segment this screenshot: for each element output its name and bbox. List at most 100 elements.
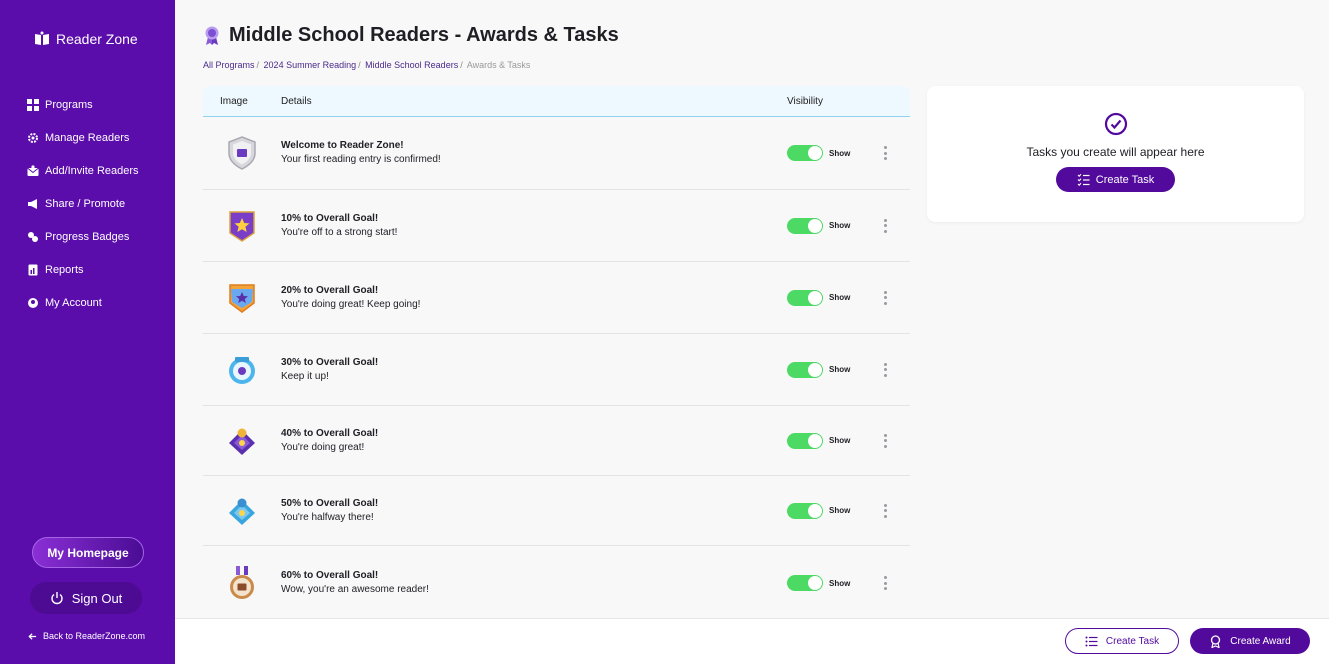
award-image bbox=[203, 281, 281, 315]
check-circle-icon bbox=[1104, 112, 1127, 136]
sign-out-button[interactable]: Sign Out bbox=[30, 582, 142, 614]
more-options-icon[interactable] bbox=[880, 433, 890, 448]
breadcrumb: All Programs/ 2024 Summer Reading / Middl… bbox=[203, 60, 530, 70]
list-icon bbox=[1085, 636, 1098, 646]
my-homepage-button[interactable]: My Homepage bbox=[32, 537, 144, 568]
tasks-empty-message: Tasks you create will appear here bbox=[1026, 145, 1205, 159]
visibility-toggle[interactable] bbox=[787, 361, 823, 378]
sidebar-item-label: Programs bbox=[45, 98, 93, 111]
award-details: 40% to Overall Goal! You're doing great! bbox=[281, 427, 787, 455]
visibility-toggle[interactable] bbox=[787, 432, 823, 449]
sign-out-label: Sign Out bbox=[71, 590, 123, 606]
award-subtitle: You're halfway there! bbox=[281, 511, 374, 523]
more-options-icon[interactable] bbox=[880, 362, 890, 377]
grid-icon bbox=[27, 98, 39, 111]
reader-zone-logo[interactable]: Reader Zone bbox=[34, 31, 138, 47]
breadcrumb-current: Awards & Tasks bbox=[466, 60, 531, 70]
checklist-icon bbox=[1077, 173, 1090, 186]
purple-diamond-badge-icon bbox=[229, 428, 255, 455]
visibility-label: Show bbox=[829, 365, 851, 374]
award-subtitle: Wow, you're an awesome reader! bbox=[281, 584, 429, 595]
sidebar-item-programs[interactable]: Programs bbox=[27, 88, 139, 121]
sidebar: Reader Zone Programs Manage Readers Add/… bbox=[0, 0, 175, 664]
more-options-icon[interactable] bbox=[880, 146, 890, 160]
table-header: Image Details Visibility bbox=[203, 86, 910, 117]
table-row: 30% to Overall Goal! Keep it up! Show bbox=[203, 334, 910, 406]
award-title: 10% to Overall Goal! bbox=[281, 212, 379, 224]
blue-round-badge-icon bbox=[229, 356, 255, 384]
award-image bbox=[203, 494, 281, 528]
page-title: Middle School Readers - Awards & Tasks bbox=[203, 24, 619, 47]
visibility-cell: Show bbox=[787, 217, 890, 234]
award-details: 60% to Overall Goal! Wow, you're an awes… bbox=[281, 569, 787, 597]
back-to-readerzone-link[interactable]: Back to ReaderZone.com bbox=[28, 631, 145, 641]
visibility-toggle[interactable] bbox=[787, 145, 823, 161]
visibility-toggle[interactable] bbox=[787, 502, 823, 519]
more-options-icon[interactable] bbox=[880, 576, 890, 590]
breadcrumb-separator: / bbox=[460, 60, 463, 70]
sidebar-item-my-account[interactable]: My Account bbox=[27, 286, 139, 319]
award-image bbox=[203, 209, 281, 243]
sidebar-item-progress-badges[interactable]: Progress Badges bbox=[27, 220, 139, 253]
envelope-icon bbox=[27, 164, 39, 176]
award-subtitle: Your first reading entry is confirmed! bbox=[281, 154, 441, 165]
visibility-toggle[interactable] bbox=[787, 289, 823, 306]
sidebar-item-share-promote[interactable]: Share / Promote bbox=[27, 187, 139, 220]
column-header-details: Details bbox=[281, 95, 312, 107]
bronze-medal-icon bbox=[230, 566, 254, 599]
visibility-cell: Show bbox=[787, 145, 890, 161]
award-title: 30% to Overall Goal! bbox=[281, 356, 379, 368]
award-subtitle: You're off to a strong start! bbox=[281, 226, 398, 238]
shield-book-badge-icon bbox=[228, 136, 256, 170]
footer-create-award-label: Create Award bbox=[1230, 635, 1291, 647]
award-image bbox=[203, 136, 281, 170]
sidebar-item-label: Share / Promote bbox=[45, 197, 126, 210]
award-details: 30% to Overall Goal! Keep it up! bbox=[281, 356, 787, 384]
sidebar-nav: Programs Manage Readers Add/Invite Reade… bbox=[27, 88, 139, 319]
award-details: 10% to Overall Goal! You're off to a str… bbox=[281, 212, 787, 240]
more-options-icon[interactable] bbox=[880, 503, 890, 518]
more-options-icon[interactable] bbox=[880, 290, 890, 305]
visibility-cell: Show bbox=[787, 502, 890, 519]
footer-create-award-button[interactable]: Create Award bbox=[1190, 628, 1310, 654]
visibility-cell: Show bbox=[787, 575, 890, 591]
sidebar-item-reports[interactable]: Reports bbox=[27, 253, 139, 286]
visibility-toggle[interactable] bbox=[787, 575, 823, 591]
visibility-toggle[interactable] bbox=[787, 217, 823, 234]
column-header-visibility: Visibility bbox=[787, 95, 823, 107]
awards-table: Image Details Visibility Welcome to Read… bbox=[203, 86, 910, 620]
more-options-icon[interactable] bbox=[880, 218, 890, 233]
purple-star-shield-icon bbox=[229, 210, 255, 242]
footer-create-task-label: Create Task bbox=[1105, 635, 1160, 647]
award-icon bbox=[1211, 634, 1221, 648]
sidebar-item-manage-readers[interactable]: Manage Readers bbox=[27, 121, 139, 154]
sidebar-item-label: Add/Invite Readers bbox=[45, 164, 139, 177]
award-subtitle: You're doing great! Keep going! bbox=[281, 298, 421, 310]
sidebar-item-label: Manage Readers bbox=[45, 131, 130, 144]
table-row: 50% to Overall Goal! You're halfway ther… bbox=[203, 476, 910, 546]
breadcrumb-separator: / bbox=[256, 60, 260, 70]
visibility-cell: Show bbox=[787, 361, 890, 378]
breadcrumb-all-programs[interactable]: All Programs bbox=[203, 60, 255, 70]
visibility-label: Show bbox=[829, 578, 851, 588]
visibility-cell: Show bbox=[787, 289, 890, 306]
award-title: 20% to Overall Goal! bbox=[281, 284, 379, 296]
award-title: Welcome to Reader Zone! bbox=[281, 140, 404, 151]
logo-text: Reader Zone bbox=[56, 31, 138, 47]
award-image bbox=[203, 566, 281, 600]
sidebar-item-label: Progress Badges bbox=[45, 230, 130, 243]
book-logo-icon bbox=[35, 31, 49, 45]
breadcrumb-middle-school-readers[interactable]: Middle School Readers bbox=[365, 60, 458, 70]
table-row: 10% to Overall Goal! You're off to a str… bbox=[203, 190, 910, 262]
sidebar-item-label: My Account bbox=[45, 296, 102, 309]
account-gear-icon bbox=[28, 297, 38, 308]
tasks-empty-panel: Tasks you create will appear here Create… bbox=[927, 86, 1304, 222]
create-task-button[interactable]: Create Task bbox=[1056, 167, 1175, 192]
sidebar-item-add-invite-readers[interactable]: Add/Invite Readers bbox=[27, 154, 139, 187]
award-subtitle: You're doing great! bbox=[281, 441, 365, 453]
visibility-label: Show bbox=[829, 221, 851, 230]
footer-create-task-button[interactable]: Create Task bbox=[1065, 628, 1179, 654]
footer-bar: Create Task Create Award bbox=[175, 618, 1329, 664]
visibility-cell: Show bbox=[787, 432, 890, 449]
breadcrumb-2024-summer-reading[interactable]: 2024 Summer Reading bbox=[264, 60, 357, 70]
